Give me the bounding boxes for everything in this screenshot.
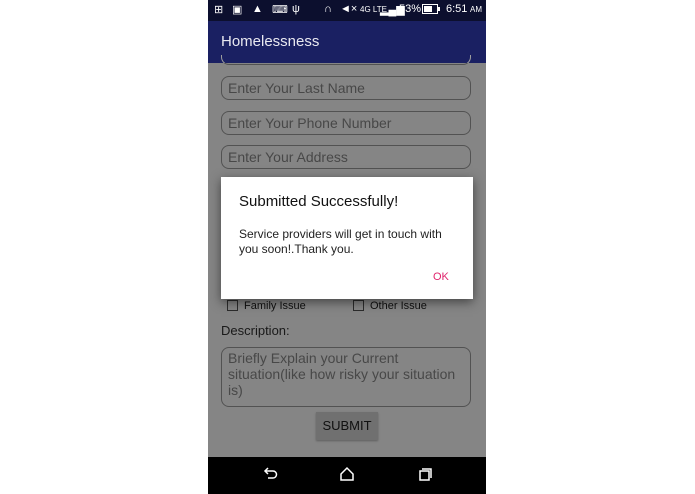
code-icon: ⌨ <box>272 4 288 16</box>
photo-icon: ▣ <box>232 4 243 16</box>
battery-icon <box>422 4 440 17</box>
clock: 6:51 <box>446 3 468 15</box>
headset-icon: ∩ <box>324 3 332 15</box>
status-bar: ⊞ ▣ ▲ ⌨ ψ ∩ ◄× 4G LTE ▂▄▆ 53% 6:51 AM <box>208 0 486 21</box>
home-icon[interactable] <box>339 466 355 486</box>
back-icon[interactable] <box>262 466 278 486</box>
clock-ampm: AM <box>470 5 482 14</box>
ok-button[interactable]: OK <box>433 271 449 283</box>
success-dialog: Submitted Successfully! Service provider… <box>221 177 473 299</box>
notification-icon: ⊞ <box>214 4 224 16</box>
dialog-title: Submitted Successfully! <box>239 193 399 210</box>
dialog-message: Service providers will get in touch with… <box>239 227 442 256</box>
usb-icon: ψ <box>292 3 300 15</box>
cart-icon: ▲ <box>252 3 263 15</box>
mute-icon: ◄× <box>340 3 358 15</box>
app-title: Homelessness <box>221 33 320 50</box>
phone-screen: ⊞ ▣ ▲ ⌨ ψ ∩ ◄× 4G LTE ▂▄▆ 53% 6:51 AM Ho… <box>208 0 486 494</box>
nav-bar <box>208 457 486 494</box>
battery-percent: 53% <box>399 3 422 15</box>
recents-icon[interactable] <box>417 466 433 486</box>
